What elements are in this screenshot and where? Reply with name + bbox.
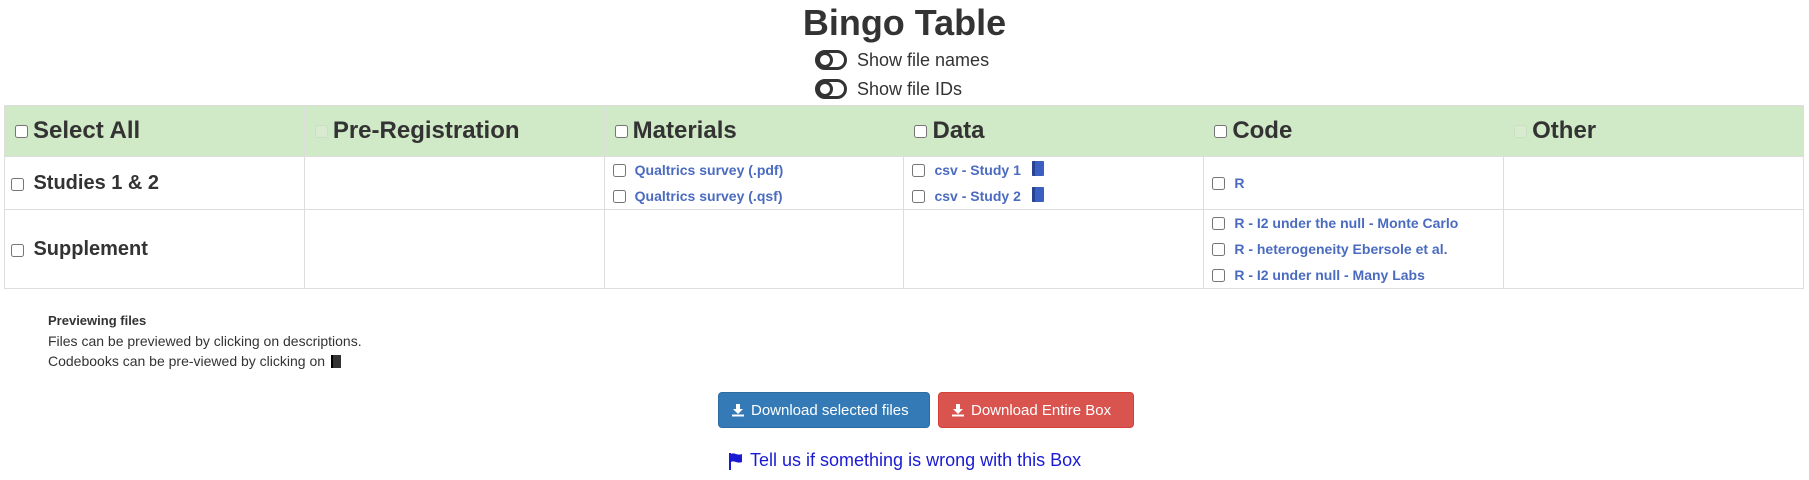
show-file-ids-label: Show file IDs bbox=[857, 78, 963, 99]
other-checkbox bbox=[1514, 125, 1528, 139]
preview-note-line2-row: Codebooks can be pre-viewed by clicking … bbox=[48, 351, 362, 371]
header-label: Code bbox=[1232, 117, 1293, 144]
report-problem-label: Tell us if something is wrong with this … bbox=[750, 450, 1082, 470]
row-supplement-checkbox[interactable] bbox=[11, 243, 24, 257]
other-cell bbox=[1503, 156, 1804, 210]
table-header-row: Select All Pre-Registration Materials Da… bbox=[4, 105, 1804, 157]
header-label: Data bbox=[932, 117, 985, 144]
code-cell: R - I2 under the null - Monte Carlo R - … bbox=[1203, 209, 1505, 289]
code-checkbox[interactable] bbox=[1214, 125, 1228, 139]
header-code: Code bbox=[1203, 105, 1505, 157]
file-link[interactable]: Qualtrics survey (.pdf) bbox=[635, 162, 784, 178]
file-link[interactable]: R - I2 under the null - Monte Carlo bbox=[1234, 215, 1458, 231]
preview-note-line1: Files can be previewed by clicking on de… bbox=[48, 333, 362, 349]
show-file-names-label: Show file names bbox=[857, 49, 990, 70]
download-entire-box-button[interactable]: Download Entire Box bbox=[938, 392, 1134, 428]
row-label: Supplement bbox=[33, 237, 148, 260]
file-checkbox[interactable] bbox=[1212, 216, 1226, 230]
file-link[interactable]: R - I2 under null - Many Labs bbox=[1234, 267, 1425, 283]
row-header-cell: Studies 1 & 2 bbox=[4, 156, 305, 210]
file-link[interactable]: csv - Study 1 bbox=[934, 162, 1020, 178]
show-file-ids-toggle[interactable] bbox=[815, 79, 847, 99]
file-checkbox[interactable] bbox=[612, 189, 626, 203]
table-row: Studies 1 & 2 Qualtrics survey (.pdf) Qu… bbox=[4, 156, 1804, 210]
preview-note: Previewing files Files can be previewed … bbox=[48, 311, 362, 371]
header-pre-registration: Pre-Registration bbox=[303, 105, 605, 157]
header-label: Other bbox=[1532, 117, 1597, 144]
select-all-checkbox[interactable] bbox=[15, 125, 28, 139]
row-studies-checkbox[interactable] bbox=[11, 177, 24, 191]
file-checkbox[interactable] bbox=[1212, 176, 1226, 190]
materials-cell: Qualtrics survey (.pdf) Qualtrics survey… bbox=[603, 156, 905, 210]
row-header-cell: Supplement bbox=[4, 209, 305, 289]
header-other: Other bbox=[1503, 105, 1804, 157]
show-file-ids-toggle-row[interactable]: Show file IDs bbox=[815, 76, 962, 102]
materials-checkbox[interactable] bbox=[614, 125, 628, 139]
header-label: Materials bbox=[632, 117, 737, 144]
pre-registration-checkbox bbox=[314, 125, 328, 139]
list-item: R bbox=[1210, 170, 1497, 196]
show-file-names-toggle-row[interactable]: Show file names bbox=[815, 47, 989, 73]
file-checkbox[interactable] bbox=[912, 189, 926, 203]
file-link[interactable]: Qualtrics survey (.qsf) bbox=[635, 188, 783, 204]
file-checkbox[interactable] bbox=[912, 163, 926, 177]
pre-registration-cell bbox=[303, 209, 605, 289]
file-link[interactable]: R - heterogeneity Ebersole et al. bbox=[1234, 241, 1447, 257]
download-icon bbox=[952, 404, 964, 417]
data-checkbox[interactable] bbox=[914, 125, 928, 139]
codebook-icon[interactable] bbox=[1031, 186, 1044, 202]
page-title: Bingo Table bbox=[802, 2, 1007, 43]
list-item: Qualtrics survey (.qsf) bbox=[611, 183, 898, 209]
pre-registration-cell bbox=[303, 156, 605, 210]
row-label: Studies 1 & 2 bbox=[33, 171, 160, 194]
other-cell bbox=[1503, 209, 1804, 289]
file-link[interactable]: R bbox=[1234, 175, 1244, 191]
header-data: Data bbox=[903, 105, 1205, 157]
table-row: Supplement R - I2 under the null - Monte… bbox=[4, 209, 1804, 289]
header-materials: Materials bbox=[603, 105, 905, 157]
list-item: R - I2 under the null - Monte Carlo bbox=[1210, 210, 1497, 236]
file-checkbox[interactable] bbox=[1212, 268, 1226, 282]
header-label: Select All bbox=[33, 117, 141, 144]
bingo-table: Select All Pre-Registration Materials Da… bbox=[4, 105, 1804, 289]
code-cell: R bbox=[1203, 156, 1505, 210]
file-link[interactable]: csv - Study 2 bbox=[934, 188, 1020, 204]
download-selected-label: Download selected files bbox=[751, 401, 909, 419]
download-entire-box-label: Download Entire Box bbox=[971, 401, 1112, 419]
codebook-icon bbox=[331, 355, 342, 368]
list-item: csv - Study 2 bbox=[910, 183, 1197, 209]
materials-cell bbox=[603, 209, 905, 289]
list-item: Qualtrics survey (.pdf) bbox=[611, 157, 898, 183]
codebook-icon[interactable] bbox=[1031, 160, 1044, 176]
list-item: R - heterogeneity Ebersole et al. bbox=[1210, 236, 1497, 262]
file-checkbox[interactable] bbox=[612, 163, 626, 177]
preview-note-title: Previewing files bbox=[48, 313, 147, 328]
download-selected-button[interactable]: Download selected files bbox=[718, 392, 930, 428]
header-select-all: Select All bbox=[4, 105, 305, 157]
file-checkbox[interactable] bbox=[1212, 242, 1226, 256]
data-cell bbox=[903, 209, 1205, 289]
flag-icon bbox=[729, 452, 742, 470]
download-icon bbox=[732, 404, 744, 417]
list-item: R - I2 under null - Many Labs bbox=[1210, 262, 1497, 288]
show-file-names-toggle[interactable] bbox=[815, 50, 847, 70]
header-label: Pre-Registration bbox=[332, 117, 520, 144]
preview-note-line2: Codebooks can be pre-viewed by clicking … bbox=[48, 353, 326, 369]
list-item: csv - Study 1 bbox=[910, 157, 1197, 183]
data-cell: csv - Study 1 csv - Study 2 bbox=[903, 156, 1205, 210]
report-problem-link[interactable]: Tell us if something is wrong with this … bbox=[728, 450, 1081, 471]
